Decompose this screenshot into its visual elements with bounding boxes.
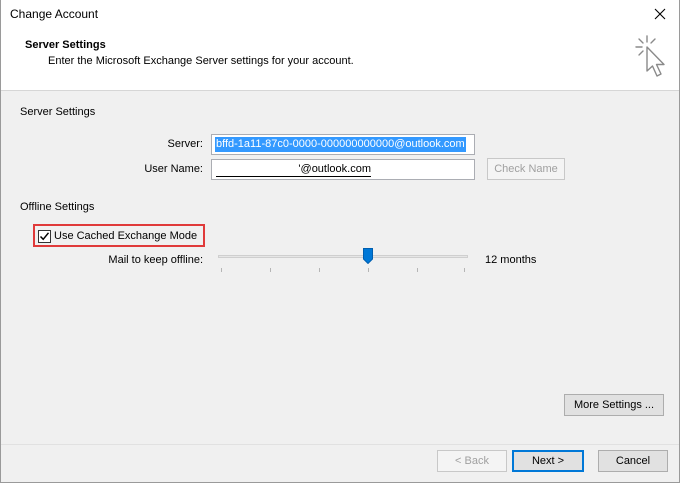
header-title: Server Settings xyxy=(25,39,106,51)
cancel-button[interactable]: Cancel xyxy=(598,450,668,472)
server-input[interactable]: bffd-1a11-87c0-0000-000000000000@outlook… xyxy=(211,134,475,155)
next-button[interactable]: Next > xyxy=(512,450,584,472)
mail-keep-slider-track[interactable] xyxy=(218,255,468,258)
close-button[interactable] xyxy=(647,3,673,25)
check-name-button[interactable]: Check Name xyxy=(487,158,565,180)
mail-keep-offline-label: Mail to keep offline: xyxy=(108,254,203,266)
title-bar: Change Account xyxy=(1,0,679,28)
window-title: Change Account xyxy=(10,7,99,21)
slider-tick xyxy=(221,268,222,272)
back-button[interactable]: < Back xyxy=(437,450,507,472)
slider-tick xyxy=(368,268,369,272)
username-value: '@outlook.com xyxy=(216,162,371,177)
close-icon xyxy=(654,8,666,20)
checkmark-icon xyxy=(39,232,50,241)
slider-tick xyxy=(270,268,271,272)
dialog-body: Server Settings Server: bffd-1a11-87c0-0… xyxy=(1,91,679,444)
dialog-footer: < Back Next > Cancel xyxy=(1,445,679,482)
dialog-header: Server Settings Enter the Microsoft Exch… xyxy=(1,28,679,90)
header-subtitle: Enter the Microsoft Exchange Server sett… xyxy=(48,55,354,67)
cached-mode-checkbox[interactable] xyxy=(38,230,51,243)
username-input[interactable]: '@outlook.com xyxy=(211,159,475,180)
cursor-click-icon xyxy=(635,35,665,77)
server-settings-section-label: Server Settings xyxy=(20,106,96,118)
username-label: User Name: xyxy=(144,163,203,175)
change-account-dialog: Change Account Server Settings Enter the… xyxy=(0,0,680,483)
offline-settings-section-label: Offline Settings xyxy=(20,201,95,213)
slider-tick xyxy=(319,268,320,272)
server-value: bffd-1a11-87c0-0000-000000000000@outlook… xyxy=(215,137,466,152)
cached-mode-label: Use Cached Exchange Mode xyxy=(54,230,198,242)
slider-thumb[interactable] xyxy=(363,248,373,264)
more-settings-button[interactable]: More Settings ... xyxy=(564,394,664,416)
slider-tick xyxy=(464,268,465,272)
server-label: Server: xyxy=(167,138,203,150)
slider-tick xyxy=(417,268,418,272)
mail-keep-value: 12 months xyxy=(485,254,537,266)
